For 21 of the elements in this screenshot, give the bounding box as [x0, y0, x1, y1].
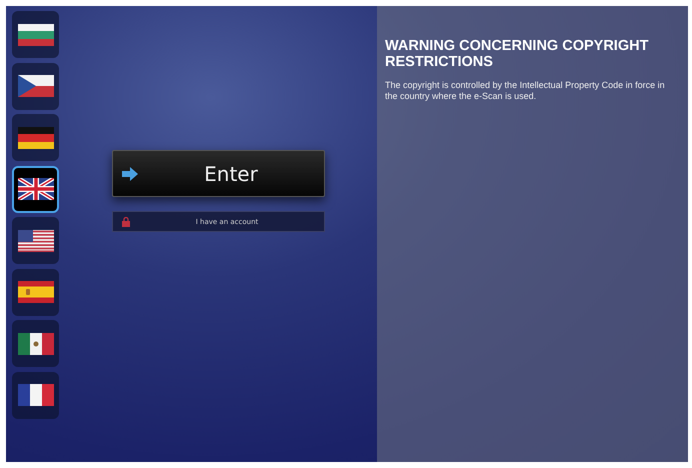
- flag-icon: [18, 126, 54, 148]
- flag-icon: [18, 75, 54, 97]
- notice-text: The copyright is controlled by the Intellectual Property Code in force in the country where the e-Scan is used.: [385, 80, 666, 102]
- lock-icon: [122, 216, 130, 226]
- language-flag-button[interactable]: [12, 320, 59, 367]
- flag-icon: [18, 24, 54, 46]
- language-flag-button[interactable]: [12, 166, 59, 212]
- flag-icon: [18, 384, 54, 406]
- language-flag-button[interactable]: [12, 372, 59, 418]
- language-flag-button[interactable]: [12, 217, 59, 264]
- language-flag-button[interactable]: [12, 114, 59, 161]
- notice-title: WARNING CONCERNING COPYRIGHT RESTRICTIONS: [385, 38, 650, 70]
- flag-icon: [18, 281, 54, 303]
- flag-icon: [18, 178, 54, 200]
- enter-button[interactable]: Enter: [112, 150, 325, 197]
- language-flag-button[interactable]: [12, 62, 59, 110]
- arrow-icon: [122, 166, 138, 180]
- language-flag-button[interactable]: [12, 268, 59, 316]
- language-flag-button[interactable]: [12, 11, 59, 58]
- flag-icon: [18, 332, 54, 354]
- flag-icon: [18, 230, 54, 252]
